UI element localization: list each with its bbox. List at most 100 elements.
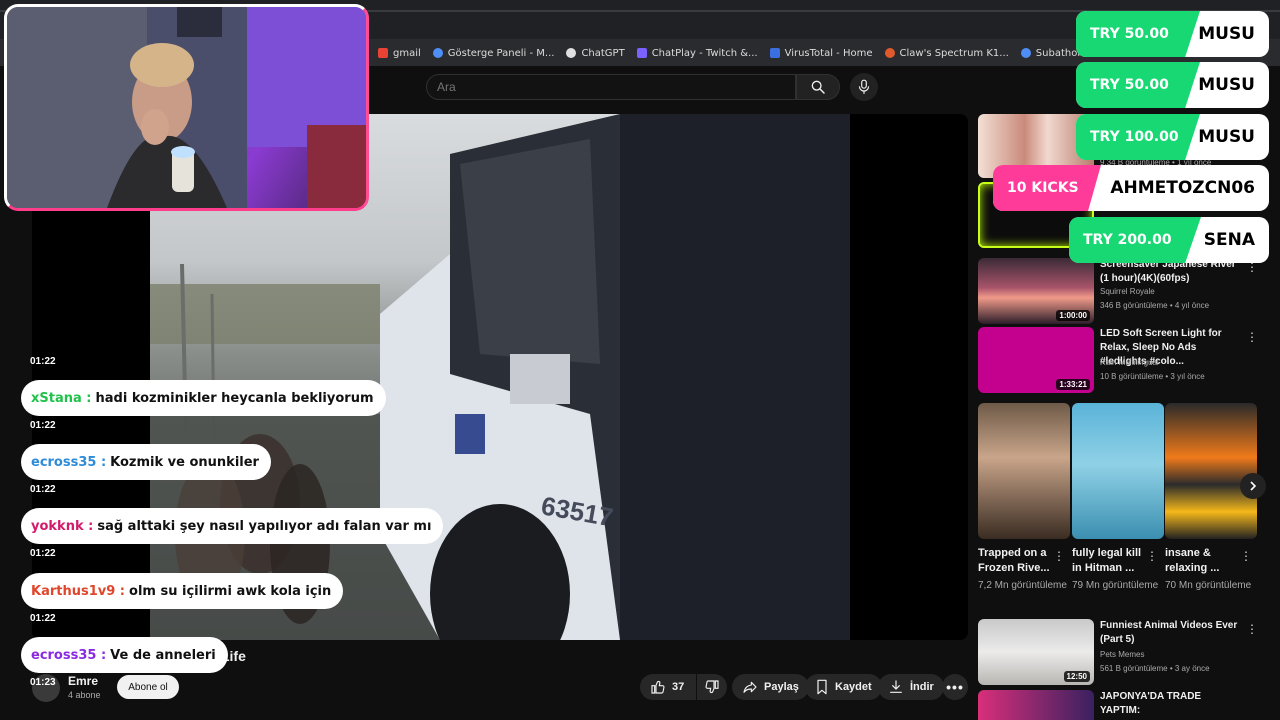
chat-text: hadi kozminikler heycanla bekliyorum (95, 390, 374, 406)
short-views: 79 Mn görüntüleme (1072, 580, 1159, 591)
short-thumbnail[interactable] (978, 403, 1070, 539)
donation-alert: TRY 50.00 MUSU (1076, 62, 1269, 108)
gmail-icon (378, 48, 388, 58)
more-options-icon[interactable]: ⋮ (1146, 549, 1158, 563)
chat-message: ecross35 : Kozmik ve onunkiler (21, 444, 271, 480)
chatplay-icon (636, 48, 647, 58)
claw-icon (884, 48, 895, 58)
download-icon (890, 680, 902, 693)
donation-alert: TRY 100.00 MUSU (1076, 114, 1269, 160)
search-icon (811, 80, 825, 94)
donor-name: SENA (1203, 230, 1255, 250)
search-button[interactable] (796, 74, 840, 100)
microphone-icon (858, 79, 870, 94)
more-actions-button[interactable]: ••• (942, 674, 968, 700)
donor-name: MUSU (1198, 127, 1255, 147)
chat-message: xStana : hadi kozminikler heycanla bekli… (21, 380, 386, 416)
short-views: 7,2 Mn görüntüleme (978, 580, 1067, 591)
donation-amount: TRY 100.00 (1076, 114, 1200, 160)
channel-name[interactable]: Rain Multilingual (1100, 358, 1159, 367)
short-title[interactable]: Trapped on a Frozen Rive... (978, 546, 1058, 576)
bookmark-chatplay[interactable]: ChatPlay - Twitch &... (631, 48, 764, 59)
chat-message: ecross35 : Ve de anneleri (21, 637, 228, 673)
more-options-icon[interactable]: ⋮ (1246, 622, 1258, 636)
chat-message: Karthus1v9 : olm su içilirmi awk kola iç… (21, 573, 344, 609)
chat-timestamp: 01:22 (30, 613, 56, 624)
subscribe-button[interactable]: Abone ol (117, 675, 179, 699)
bookmark-gmail[interactable]: gmail (372, 48, 427, 59)
chat-username: ecross35 : (31, 647, 107, 663)
donation-amount: TRY 50.00 (1076, 62, 1200, 108)
bookmark-label: Gösterge Paneli - M... (447, 47, 555, 59)
donor-name: MUSU (1198, 24, 1255, 44)
short-thumbnail[interactable] (1072, 403, 1164, 539)
more-options-icon[interactable]: ⋮ (1053, 549, 1065, 563)
video-meta: 561 B görüntüleme • 3 ay önce (1100, 664, 1210, 673)
recommended-video-thumbnail[interactable]: 1:00:00 (978, 258, 1094, 324)
carousel-next-button[interactable] (1240, 473, 1266, 499)
chat-text: Ve de anneleri (110, 647, 216, 663)
thumbs-down-icon (705, 680, 719, 694)
like-count: 37 (672, 681, 685, 693)
recommended-video-thumbnail[interactable]: 12:50 (978, 619, 1094, 685)
recommended-video-thumbnail[interactable]: 1:33:21 (978, 327, 1094, 393)
short-title[interactable]: insane & relaxing ... (1165, 546, 1245, 576)
channel-name[interactable]: Squirrel Royale (1100, 287, 1155, 296)
like-button[interactable]: 37 (640, 674, 696, 700)
video-duration: 1:00:00 (1056, 310, 1090, 321)
save-button[interactable]: Kaydet (805, 674, 882, 700)
streamer-webcam-image (7, 7, 366, 208)
bookmark-virustotal[interactable]: VirusTotal - Home (764, 48, 879, 59)
video-title-link[interactable]: Funniest Animal Videos Ever (Part 5) (1100, 619, 1240, 647)
more-options-icon[interactable]: ⋮ (1240, 549, 1252, 563)
donor-name: MUSU (1198, 75, 1255, 95)
chat-timestamp: 01:22 (30, 484, 56, 495)
bookmark-dashboard[interactable]: Gösterge Paneli - M... (427, 48, 561, 59)
video-title-link[interactable]: JAPONYA'DA TRADE YAPTIM: (1100, 690, 1240, 718)
donation-alert: TRY 200.00 SENA (1069, 217, 1269, 263)
bookmark-label: Claw's Spectrum K1... (899, 47, 1009, 59)
bookmark-label: ChatPlay - Twitch &... (651, 47, 758, 59)
voice-search-button[interactable] (850, 73, 878, 101)
chatgpt-icon (566, 48, 577, 58)
chat-username: Karthus1v9 : (31, 583, 126, 599)
chat-timestamp: 01:22 (30, 420, 56, 431)
short-views: 70 Mn görüntüleme (1165, 580, 1252, 591)
bookmark-claws-spectrum[interactable]: Claw's Spectrum K1... (879, 48, 1015, 59)
short-thumbnail[interactable] (1165, 403, 1257, 539)
globe-icon (432, 48, 443, 58)
webcam-overlay (4, 4, 369, 211)
share-label: Paylaş (764, 681, 799, 693)
video-meta: 10 B görüntüleme • 3 yıl önce (1100, 372, 1205, 381)
chat-username: yokknk : (31, 518, 94, 534)
dislike-button[interactable] (697, 674, 727, 700)
chevron-right-icon (1250, 481, 1257, 491)
thumbs-up-icon (651, 680, 665, 694)
share-button[interactable]: Paylaş (732, 674, 809, 700)
chat-text: olm su içilirmi awk kola için (129, 583, 332, 599)
donor-name: AHMETOZCN06 (1110, 178, 1255, 198)
chat-timestamp: 01:22 (30, 356, 56, 367)
search-input[interactable] (426, 74, 796, 100)
donation-amount: TRY 200.00 (1069, 217, 1201, 263)
download-button[interactable]: İndir (878, 674, 944, 700)
channel-name[interactable]: Pets Memes (1100, 650, 1144, 659)
recommended-video-thumbnail[interactable] (978, 690, 1094, 720)
bookmark-label: gmail (393, 47, 421, 59)
bookmark-icon (817, 679, 827, 695)
chat-username: xStana : (31, 390, 92, 406)
donation-alert: TRY 50.00 MUSU (1076, 11, 1269, 57)
chat-timestamp: 01:22 (30, 548, 56, 559)
more-options-icon[interactable]: ⋮ (1246, 330, 1258, 344)
globe-icon (1020, 48, 1031, 58)
channel-name[interactable]: Emre (68, 674, 98, 688)
virustotal-icon (769, 48, 780, 58)
donation-alert: 10 KICKS AHMETOZCN06 (993, 165, 1269, 211)
download-label: İndir (910, 681, 934, 693)
video-meta: 346 B görüntüleme • 4 yıl önce (1100, 301, 1210, 310)
donation-amount: 10 KICKS (993, 165, 1101, 211)
short-title[interactable]: fully legal kill in Hitman ... (1072, 546, 1152, 576)
share-icon (743, 681, 757, 693)
bookmark-label: VirusTotal - Home (784, 47, 873, 59)
bookmark-chatgpt[interactable]: ChatGPT (560, 48, 630, 59)
